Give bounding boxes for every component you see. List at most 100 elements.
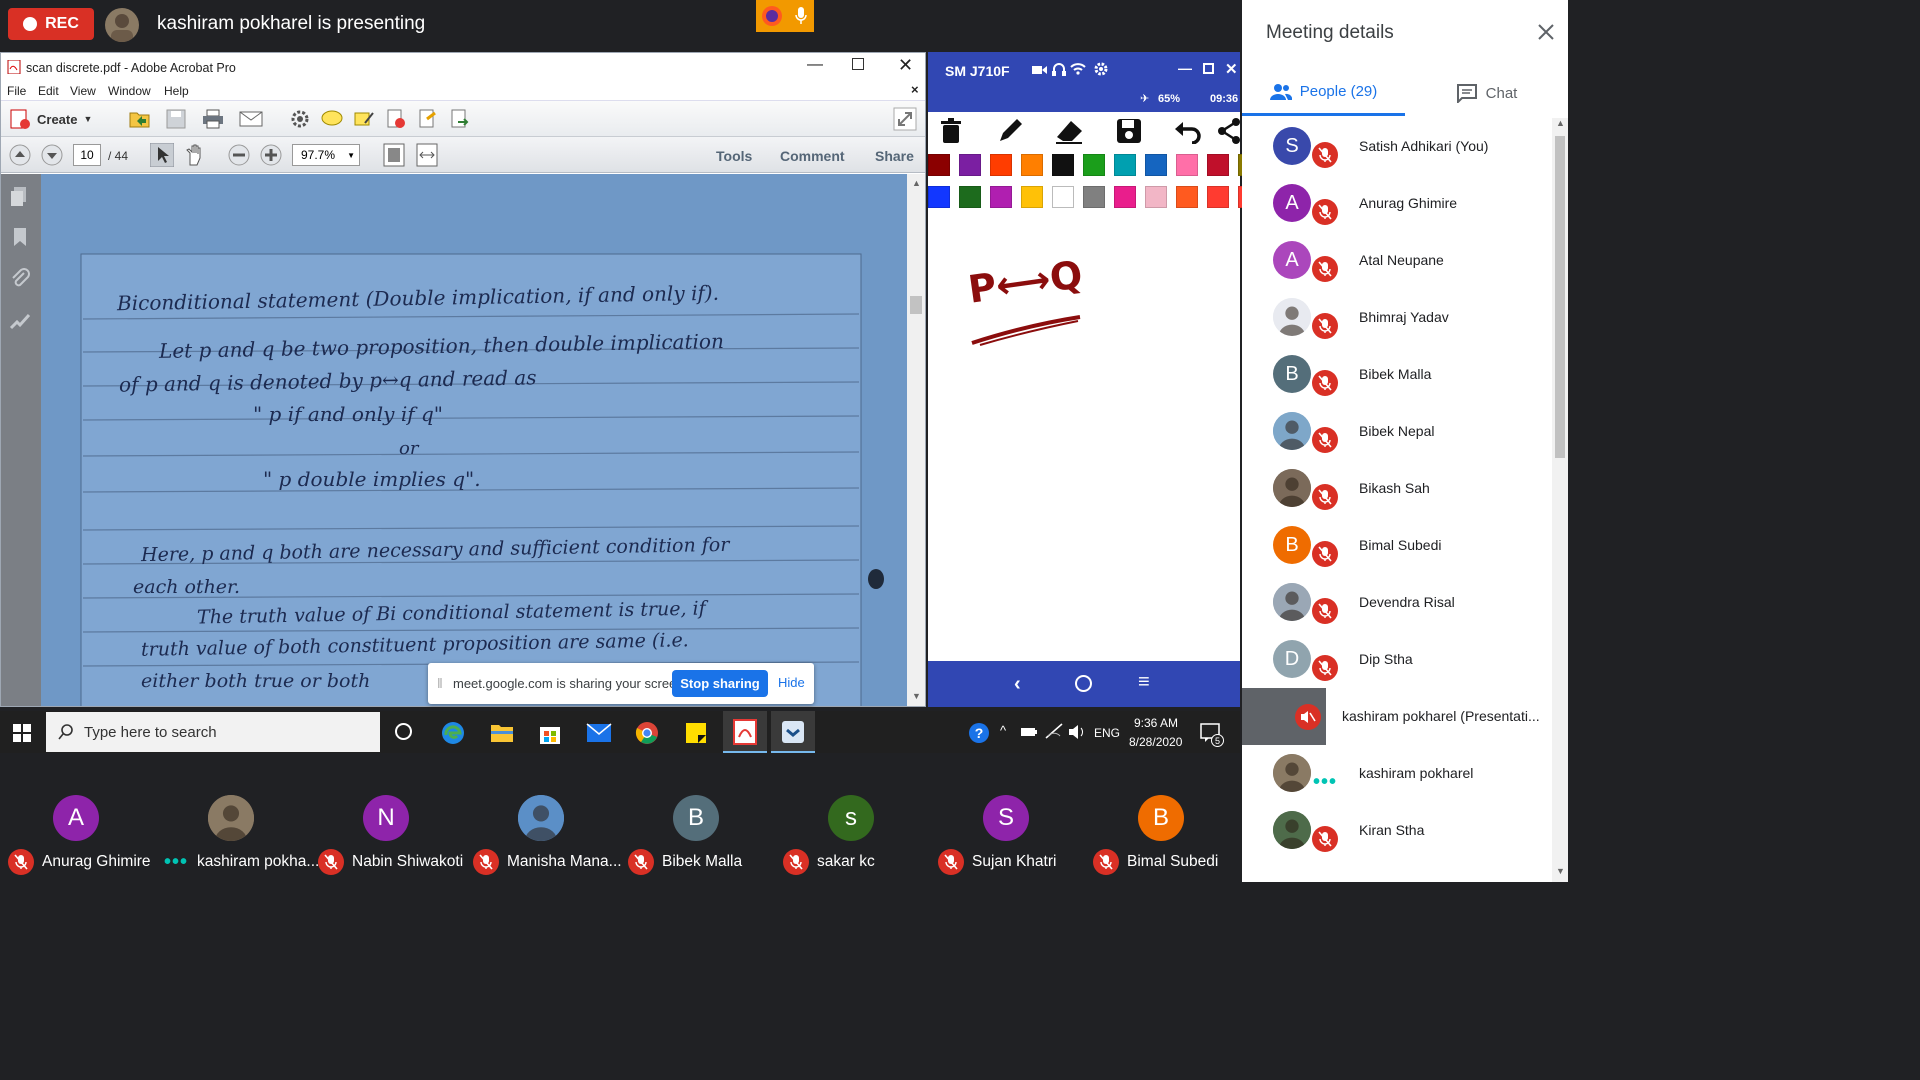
export-document-icon[interactable] bbox=[449, 109, 471, 129]
color-swatch[interactable] bbox=[1083, 186, 1105, 208]
cortana-icon[interactable] bbox=[395, 723, 412, 740]
pdf-scrollbar[interactable]: ▲ ▼ bbox=[907, 174, 925, 706]
comment-pane-button[interactable]: Comment bbox=[780, 148, 845, 164]
page-number-input[interactable]: 10 bbox=[73, 144, 101, 166]
pen-icon[interactable] bbox=[996, 117, 1024, 145]
taskbar-search-box[interactable]: Type here to search bbox=[46, 712, 380, 752]
next-page-icon[interactable] bbox=[41, 144, 63, 166]
edge-browser-icon[interactable] bbox=[441, 721, 465, 745]
color-swatch[interactable] bbox=[1145, 154, 1167, 176]
share-pane-button[interactable]: Share bbox=[875, 148, 914, 164]
stop-sharing-button[interactable]: Stop sharing bbox=[672, 670, 768, 697]
home-icon[interactable] bbox=[1075, 675, 1092, 692]
participant-tile[interactable]: N Nabin Shiwakoti bbox=[310, 755, 463, 882]
settings-gear-icon[interactable] bbox=[290, 109, 310, 129]
save-icon[interactable] bbox=[1116, 117, 1142, 145]
scroll-up-icon[interactable]: ▲ bbox=[912, 178, 921, 188]
minimize-button[interactable]: — bbox=[1178, 60, 1192, 76]
people-list-scrollbar[interactable]: ▲ ▼ bbox=[1552, 118, 1568, 882]
recent-apps-icon[interactable]: ≡ bbox=[1138, 671, 1150, 694]
fit-width-icon[interactable] bbox=[416, 143, 438, 167]
zoom-select[interactable]: 97.7% ▼ bbox=[292, 144, 360, 166]
participant-tile[interactable]: B Bimal Subedi bbox=[1085, 755, 1235, 882]
eraser-icon[interactable] bbox=[1054, 117, 1084, 145]
people-list-item[interactable]: B Bibek Malla bbox=[1242, 346, 1552, 403]
headphones-icon[interactable] bbox=[1052, 62, 1066, 76]
bookmarks-icon[interactable] bbox=[9, 226, 31, 248]
menu-help[interactable]: Help bbox=[164, 84, 189, 98]
share-icon[interactable] bbox=[1218, 118, 1240, 144]
people-list-item[interactable]: Bhimraj Yadav bbox=[1242, 289, 1552, 346]
close-button[interactable]: ✕ bbox=[898, 55, 913, 76]
maximize-button[interactable] bbox=[1203, 63, 1214, 74]
color-swatch[interactable] bbox=[1207, 154, 1229, 176]
create-button[interactable]: Create ▼ bbox=[9, 107, 92, 131]
volume-icon[interactable] bbox=[1068, 724, 1086, 740]
participant-tile[interactable]: A Anurag Ghimire bbox=[0, 755, 151, 882]
color-swatch[interactable] bbox=[1207, 186, 1229, 208]
tab-chat[interactable]: Chat bbox=[1405, 70, 1568, 116]
network-icon[interactable] bbox=[1045, 723, 1063, 739]
taskbar-time[interactable]: 9:36 AM bbox=[1134, 716, 1178, 730]
select-cursor-icon[interactable] bbox=[150, 143, 174, 167]
comment-bubble-icon[interactable] bbox=[321, 109, 343, 129]
color-swatch[interactable] bbox=[1021, 154, 1043, 176]
scrollbar-thumb[interactable] bbox=[1555, 136, 1565, 458]
people-list-item[interactable]: Devendra Risal bbox=[1242, 574, 1552, 631]
menu-edit[interactable]: Edit bbox=[38, 84, 59, 98]
people-list-item[interactable]: Bibek Nepal bbox=[1242, 403, 1552, 460]
chevron-up-icon[interactable]: ^ bbox=[1000, 723, 1006, 738]
people-list-item[interactable]: B Bimal Subedi bbox=[1242, 517, 1552, 574]
microsoft-store-icon[interactable] bbox=[538, 721, 562, 745]
scroll-down-icon[interactable]: ▼ bbox=[1556, 866, 1565, 876]
tools-pane-button[interactable]: Tools bbox=[716, 148, 752, 164]
highlight-icon[interactable] bbox=[353, 109, 375, 129]
undo-icon[interactable] bbox=[1173, 118, 1203, 144]
color-swatch[interactable] bbox=[1083, 154, 1105, 176]
print-icon[interactable] bbox=[202, 109, 224, 129]
menu-view[interactable]: View bbox=[70, 84, 96, 98]
menu-file[interactable]: File bbox=[7, 84, 26, 98]
color-swatch[interactable] bbox=[990, 154, 1012, 176]
people-list-item[interactable]: kashiram pokharel (Presentati... bbox=[1242, 688, 1552, 745]
people-list-item[interactable]: A Anurag Ghimire bbox=[1242, 175, 1552, 232]
close-document-icon[interactable]: × bbox=[911, 82, 919, 97]
page-thumbnails-icon[interactable] bbox=[9, 186, 31, 208]
scroll-up-icon[interactable]: ▲ bbox=[1556, 118, 1565, 128]
pdf-page-view[interactable]: Biconditional statement (Double implicat… bbox=[41, 174, 907, 706]
people-list-item[interactable]: A Atal Neupane bbox=[1242, 232, 1552, 289]
color-swatch[interactable] bbox=[928, 154, 950, 176]
attachments-icon[interactable] bbox=[9, 268, 31, 290]
participant-tile[interactable]: ••• kashiram pokha... bbox=[155, 755, 319, 882]
color-swatch[interactable] bbox=[1052, 154, 1074, 176]
previous-page-icon[interactable] bbox=[9, 144, 31, 166]
save-icon[interactable] bbox=[166, 109, 186, 129]
maximize-button[interactable] bbox=[852, 58, 864, 70]
battery-icon[interactable] bbox=[1020, 726, 1038, 738]
color-swatch[interactable] bbox=[959, 186, 981, 208]
redact-icon[interactable] bbox=[385, 109, 407, 129]
back-icon[interactable]: ‹ bbox=[1014, 673, 1021, 696]
open-folder-icon[interactable] bbox=[129, 109, 151, 129]
phone-title-bar[interactable]: SM J710F — ✕ bbox=[928, 52, 1240, 88]
color-swatch[interactable] bbox=[990, 186, 1012, 208]
signatures-icon[interactable] bbox=[9, 310, 31, 332]
close-icon[interactable] bbox=[1534, 20, 1558, 44]
people-list-item[interactable]: Bikash Sah bbox=[1242, 460, 1552, 517]
taskbar-date[interactable]: 8/28/2020 bbox=[1129, 735, 1182, 749]
minimize-button[interactable]: — bbox=[807, 56, 823, 74]
color-swatch[interactable] bbox=[1114, 154, 1136, 176]
people-list-item[interactable]: ••• kashiram pokharel bbox=[1242, 745, 1552, 802]
email-icon[interactable] bbox=[239, 111, 263, 127]
color-swatch[interactable] bbox=[1176, 186, 1198, 208]
participant-tile[interactable]: S Sujan Khatri bbox=[930, 755, 1080, 882]
people-list-item[interactable]: Kiran Stha bbox=[1242, 802, 1552, 859]
color-swatch[interactable] bbox=[1052, 186, 1074, 208]
drag-handle-icon[interactable]: ‖ bbox=[437, 675, 443, 691]
color-swatch[interactable] bbox=[1145, 186, 1167, 208]
file-explorer-icon[interactable] bbox=[490, 722, 514, 744]
tab-people[interactable]: People (29) bbox=[1242, 70, 1405, 116]
color-swatch[interactable] bbox=[1176, 154, 1198, 176]
participant-tile[interactable]: s sakar kc bbox=[775, 755, 925, 882]
hand-tool-icon[interactable] bbox=[184, 143, 206, 167]
